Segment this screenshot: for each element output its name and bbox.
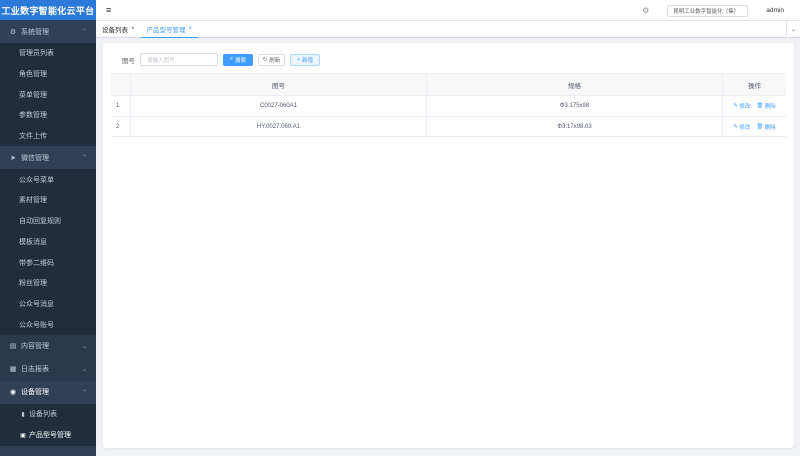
tag-device-list[interactable]: 设备列表 × <box>96 21 141 38</box>
delete-link[interactable]: 🗑 删除 <box>756 102 776 110</box>
chevron-down-icon: ⌄ <box>81 343 87 350</box>
refresh-icon: ↻ <box>262 56 268 63</box>
sidebar-item-mp-message[interactable]: 公众号消息 <box>0 294 96 315</box>
sidebar-item-product-model[interactable]: ▣ 产品型号管理 <box>0 425 96 446</box>
sidebar-item-mp-menu[interactable]: 公众号菜单 <box>0 169 96 190</box>
sidebar-item-qrcode[interactable]: 带参二维码 <box>0 252 96 273</box>
row-tuhao: C0027-060A1 <box>131 96 427 116</box>
row-index: 2 <box>111 117 131 136</box>
send-icon: ➤ <box>10 154 16 162</box>
sidebar-item-label: 设备列表 <box>29 411 57 419</box>
menu-group-wechat[interactable]: ➤ 微信管理 ⌃ <box>0 146 96 169</box>
add-button-label: 新增 <box>302 57 314 64</box>
chevron-up-icon: ⌃ <box>81 155 87 162</box>
menu-group-label: 设备管理 <box>21 389 49 397</box>
navbar-right: ⚙ 昆明工业数字智能化（集） admin <box>642 0 800 21</box>
menu-group-label: 系统管理 <box>21 28 49 36</box>
image-icon: ▣ <box>20 432 26 439</box>
sidebar-item-label: 产品型号管理 <box>29 432 71 440</box>
gear-icon: ⚙ <box>9 28 17 36</box>
delete-label: 删除 <box>764 124 776 131</box>
company-select[interactable]: 昆明工业数字智能化（集） <box>667 4 749 17</box>
submenu-wechat: 公众号菜单 素材管理 自动回复规则 模板消息 带参二维码 粉丝管理 公众号消息 … <box>0 169 96 335</box>
row-actions: ✎ 修改 🗑 删除 <box>723 117 786 136</box>
delete-link[interactable]: 🗑 删除 <box>756 123 776 131</box>
sidebar-item-material[interactable]: 素材管理 <box>0 190 96 211</box>
user-menu[interactable]: admin <box>766 7 784 14</box>
edit-label: 修改 <box>739 104 751 110</box>
menu-group-label: 微信管理 <box>21 154 49 162</box>
row-guige: Φ3.175x98 <box>427 96 723 116</box>
column-header-guige: 规格 <box>427 74 723 95</box>
tag-label: 产品型号管理 <box>146 26 186 34</box>
edit-icon: ✎ <box>733 103 738 109</box>
tag-label: 设备列表 <box>102 27 128 34</box>
menu-group-device[interactable]: ◉ 设备管理 ⌃ <box>0 381 96 404</box>
table-row: 1 C0027-060A1 Φ3.175x98 ✎ 修改 🗑 删除 <box>111 95 786 116</box>
edit-link[interactable]: ✎ 修改 <box>733 123 750 131</box>
reset-button-label: 刷新 <box>269 57 281 64</box>
chevron-up-icon: ⌃ <box>81 29 87 35</box>
document-icon: ▤ <box>9 343 17 351</box>
table-header: 图号 规格 操作 <box>111 74 786 95</box>
hamburger-icon[interactable]: ≡ <box>106 5 116 15</box>
top-navbar: ≡ ⚙ 昆明工业数字智能化（集） admin <box>96 0 800 21</box>
row-tuhao: HY.0027.060.A1 <box>131 117 427 136</box>
row-actions: ✎ 修改 🗑 删除 <box>723 96 786 116</box>
search-button[interactable]: ⌕ 搜索 <box>223 53 253 66</box>
sidebar-item-upload[interactable]: 文件上传 <box>0 126 96 147</box>
menu-group-label: 日志报表 <box>21 366 49 374</box>
report-icon: ▦ <box>9 366 17 374</box>
sidebar-item-mp-account[interactable]: 公众号账号 <box>0 314 96 335</box>
device-icon: ◉ <box>9 389 17 397</box>
edit-icon: ✎ <box>733 123 738 130</box>
edit-label: 修改 <box>739 124 751 131</box>
sidebar-item-auto-reply[interactable]: 自动回复规则 <box>0 211 96 232</box>
settings-icon[interactable]: ⚙ <box>642 6 649 15</box>
trash-icon: 🗑 <box>756 103 764 109</box>
reset-button[interactable]: ↻ 刷新 <box>258 53 285 66</box>
sidebar-item-menus[interactable]: 菜单管理 <box>0 84 96 105</box>
chevron-down-icon[interactable]: ⌄ <box>786 21 800 38</box>
app-logo-title: 工业数字智能化云平台 <box>0 0 96 20</box>
tag-product-model[interactable]: 产品型号管理 × <box>140 21 199 38</box>
sidebar-item-device-list[interactable]: ▮ 设备列表 <box>0 404 96 425</box>
main-content: 图号 请输入图号 ⌕ 搜索 ↻ 刷新 + 新增 图号 规格 操作 1 C0027… <box>103 43 794 448</box>
menu-group-logs[interactable]: ▦ 日志报表 ⌄ <box>0 357 96 381</box>
search-button-label: 搜索 <box>235 57 247 64</box>
product-model-table: 图号 规格 操作 1 C0027-060A1 Φ3.175x98 ✎ 修改 🗑 删除… <box>111 73 786 137</box>
menu-group-label: 内容管理 <box>21 343 49 351</box>
row-index: 1 <box>111 96 131 116</box>
submenu-device: ▮ 设备列表 ▣ 产品型号管理 <box>0 403 96 446</box>
sidebar: 工业数字智能化云平台 ⚙ 系统管理 ⌃ 管理员列表 角色管理 菜单管理 参数管理… <box>0 0 96 456</box>
menu-group-content[interactable]: ▤ 内容管理 ⌄ <box>0 334 96 358</box>
close-icon[interactable]: × <box>131 26 135 32</box>
sidebar-item-admins[interactable]: 管理员列表 <box>0 43 96 64</box>
bar-chart-icon: ▮ <box>21 411 25 418</box>
submenu-system: 管理员列表 角色管理 菜单管理 参数管理 文件上传 <box>0 43 96 147</box>
trash-icon: 🗑 <box>756 123 764 130</box>
search-form: 图号 请输入图号 ⌕ 搜索 ↻ 刷新 + 新增 <box>122 53 320 66</box>
sidebar-item-template[interactable]: 模板消息 <box>0 232 96 253</box>
menu-group-system[interactable]: ⚙ 系统管理 ⌃ <box>0 20 96 43</box>
add-button[interactable]: + 新增 <box>290 53 320 66</box>
tags-view: 设备列表 × 产品型号管理 × ⌄ <box>96 21 800 38</box>
sidebar-item-fans[interactable]: 粉丝管理 <box>0 273 96 294</box>
search-input[interactable]: 请输入图号 <box>140 53 218 66</box>
chevron-up-icon: ⌃ <box>81 389 87 396</box>
chevron-down-icon: ⌄ <box>81 366 87 373</box>
column-header-index <box>111 74 131 95</box>
sidebar-item-params[interactable]: 参数管理 <box>0 105 96 126</box>
sidebar-item-roles[interactable]: 角色管理 <box>0 64 96 85</box>
search-icon: ⌕ <box>229 56 234 62</box>
delete-label: 删除 <box>764 104 776 110</box>
close-icon[interactable]: × <box>189 26 193 32</box>
column-header-actions: 操作 <box>748 82 761 90</box>
table-row: 2 HY.0027.060.A1 Φ3.17x98.03 ✎ 修改 🗑 删除 <box>111 116 786 137</box>
plus-icon: + <box>296 56 301 63</box>
row-guige: Φ3.17x98.03 <box>427 117 723 136</box>
edit-link[interactable]: ✎ 修改 <box>733 102 750 110</box>
search-label: 图号 <box>122 57 135 65</box>
column-header-tuhao: 图号 <box>131 74 427 95</box>
